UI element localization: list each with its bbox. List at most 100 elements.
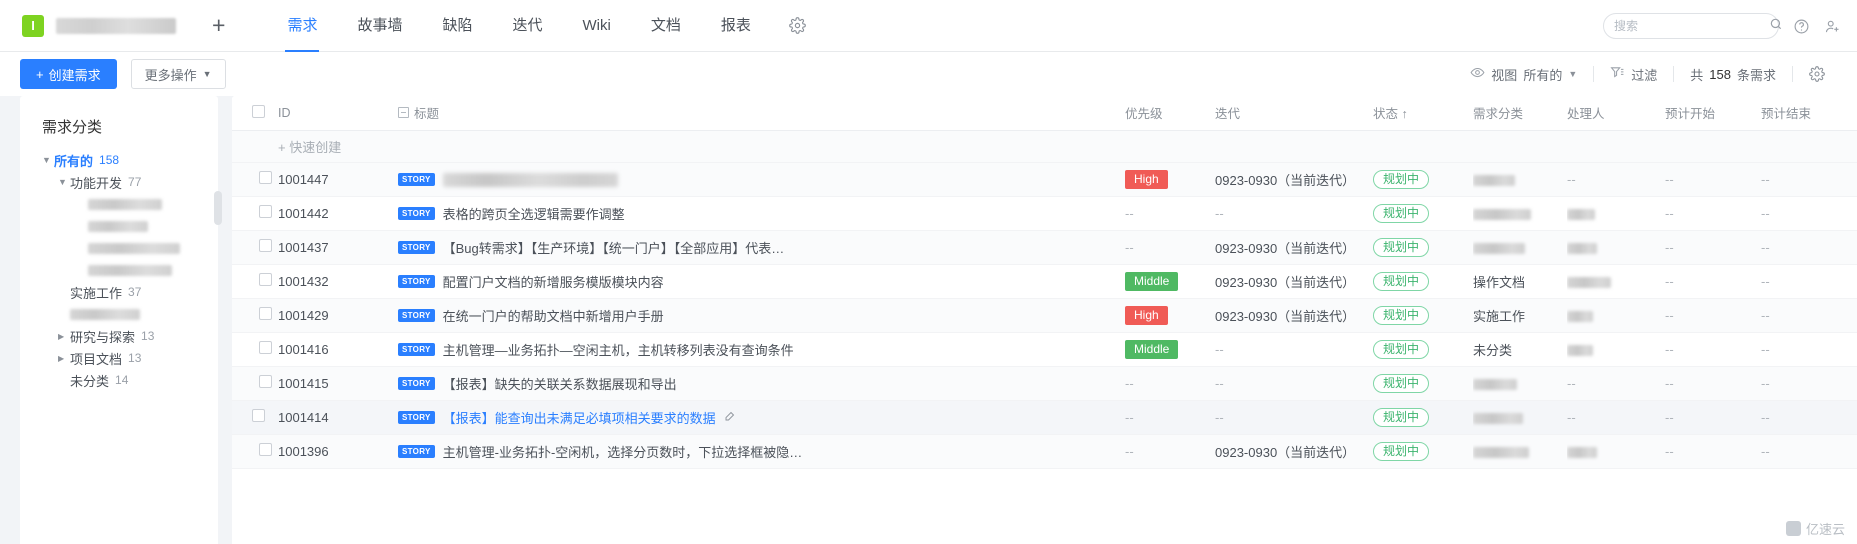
row-title-cell[interactable]: STORY 配置门户文档的新增服务模版模块内容: [398, 264, 1125, 299]
sidebar-tree-item[interactable]: [20, 237, 218, 259]
row-checkbox[interactable]: [258, 239, 272, 252]
col-title[interactable]: 标题: [398, 96, 1125, 131]
nav-item-wiki[interactable]: Wiki: [563, 0, 631, 52]
sidebar-tree-item[interactable]: 实施工作 37: [20, 281, 218, 303]
nav-item-reports[interactable]: 报表: [701, 0, 771, 52]
col-end[interactable]: 预计结束: [1761, 96, 1857, 131]
row-end: --: [1761, 239, 1770, 255]
table-row[interactable]: 1001429 STORY 在统一门户的帮助文档中新增用户手册 High 0923-09…: [232, 298, 1857, 333]
row-priority: --: [1125, 205, 1134, 221]
row-start-cell: --: [1665, 400, 1761, 435]
gear-icon[interactable]: [789, 17, 806, 34]
row-checkbox[interactable]: [258, 171, 272, 184]
row-title-cell[interactable]: STORY 【Bug转需求】【生产环境】【统一门户】【全部应用】代表…: [398, 230, 1125, 265]
row-start-cell: --: [1665, 264, 1761, 299]
row-title-cell[interactable]: STORY: [398, 162, 1125, 197]
nav-item-docs[interactable]: 文档: [631, 0, 701, 52]
col-category[interactable]: 需求分类: [1473, 96, 1567, 131]
nav-item-requirements[interactable]: 需求: [267, 0, 337, 52]
sidebar-tree-item[interactable]: [20, 259, 218, 281]
row-title-cell[interactable]: STORY 表格的跨页全选逻辑需要作调整: [398, 196, 1125, 231]
row-title-cell[interactable]: STORY 【报表】能查询出未满足必填项相关要求的数据: [398, 400, 1125, 435]
table-row[interactable]: 1001415 STORY 【报表】缺失的关联关系数据展现和导出 -- -- 规划中 -- -…: [232, 366, 1857, 401]
row-checkbox[interactable]: [258, 375, 272, 388]
story-type-tag: STORY: [398, 240, 435, 254]
table-row[interactable]: 1001447 STORY High 0923-0930（当前迭代） 规划中 -- -- --: [232, 162, 1857, 197]
row-title[interactable]: 【报表】能查询出未满足必填项相关要求的数据: [443, 411, 716, 426]
view-selector[interactable]: 视图 所有的 ▼: [1454, 65, 1593, 84]
row-checkbox[interactable]: [258, 205, 272, 218]
row-title-cell[interactable]: STORY 在统一门户的帮助文档中新增用户手册: [398, 298, 1125, 333]
sidebar-tree-item[interactable]: 功能开发 77: [20, 171, 218, 193]
caret-down-icon[interactable]: [58, 177, 70, 187]
row-title-cell[interactable]: STORY 【报表】缺失的关联关系数据展现和导出: [398, 366, 1125, 401]
collapse-icon[interactable]: [398, 107, 409, 119]
add-project-button[interactable]: +: [212, 14, 225, 37]
sidebar-resize-handle[interactable]: [214, 191, 222, 225]
col-id[interactable]: ID: [278, 96, 398, 131]
table-row[interactable]: 1001416 STORY 主机管理—业务拓扑—空闲主机，主机转移列表没有查询条件 M…: [232, 332, 1857, 367]
search-box[interactable]: [1603, 13, 1782, 39]
row-title[interactable]: 主机管理-业务拓扑-空闲机，选择分页数时，下拉选择框被隐…: [443, 445, 803, 460]
sidebar-tree-item[interactable]: 研究与探索 13: [20, 325, 218, 347]
row-title[interactable]: 表格的跨页全选逻辑需要作调整: [443, 207, 625, 222]
row-title-cell[interactable]: STORY 主机管理-业务拓扑-空闲机，选择分页数时，下拉选择框被隐…: [398, 434, 1125, 469]
table-row[interactable]: 1001396 STORY 主机管理-业务拓扑-空闲机，选择分页数时，下拉选择框被隐…: [232, 434, 1857, 469]
select-all-checkbox[interactable]: [252, 104, 265, 118]
row-title[interactable]: 在统一门户的帮助文档中新增用户手册: [443, 309, 664, 324]
brand[interactable]: I: [0, 14, 176, 37]
col-iteration[interactable]: 迭代: [1215, 96, 1373, 131]
sidebar-tree-item[interactable]: [20, 303, 218, 325]
watermark: 亿速云: [1785, 519, 1845, 538]
row-select-cell: [232, 162, 278, 197]
row-checkbox[interactable]: [258, 443, 272, 456]
help-circle-icon[interactable]: [1793, 18, 1810, 35]
caret-right-icon[interactable]: [58, 331, 70, 341]
sidebar-tree-item[interactable]: 未分类 14: [20, 369, 218, 391]
table-row[interactable]: ⋮1001414STORY【报表】能查询出未满足必填项相关要求的数据----规划…: [232, 400, 1857, 435]
sidebar-tree-item[interactable]: 所有的 158: [20, 149, 218, 171]
table-row[interactable]: 1001437 STORY 【Bug转需求】【生产环境】【统一门户】【全部应用】代表…: [232, 230, 1857, 265]
col-start[interactable]: 预计开始: [1665, 96, 1761, 131]
nav-item-story-wall[interactable]: 故事墙: [337, 0, 422, 52]
row-title[interactable]: 配置门户文档的新增服务模版模块内容: [443, 275, 664, 290]
row-title[interactable]: 【Bug转需求】【生产环境】【统一门户】【全部应用】代表…: [443, 241, 785, 256]
row-title-cell[interactable]: STORY 主机管理—业务拓扑—空闲主机，主机转移列表没有查询条件: [398, 332, 1125, 367]
more-actions-button[interactable]: 更多操作 ▼: [130, 59, 226, 89]
search-icon[interactable]: [1769, 17, 1783, 36]
edit-icon[interactable]: [724, 411, 736, 425]
quick-create-row[interactable]: + 快速创建: [232, 130, 1857, 163]
row-title[interactable]: 主机管理—业务拓扑—空闲主机，主机转移列表没有查询条件: [443, 343, 794, 358]
row-title[interactable]: 【报表】缺失的关联关系数据展现和导出: [443, 377, 677, 392]
row-checkbox[interactable]: [252, 408, 265, 422]
row-owner-redacted: [1567, 276, 1611, 288]
col-owner[interactable]: 处理人: [1567, 96, 1665, 131]
sidebar-tree-item[interactable]: [20, 193, 218, 215]
row-select-cell: [232, 298, 278, 333]
add-user-icon[interactable]: [1824, 18, 1841, 35]
row-owner-redacted: [1567, 310, 1593, 322]
table-header-row: ID 标题 优先级 迭代 状态 ↑ 需求分类 处理人 预计开始 预计结束: [232, 96, 1857, 131]
row-checkbox[interactable]: [258, 341, 272, 354]
caret-right-icon[interactable]: [58, 353, 70, 363]
sidebar-tree-item[interactable]: 项目文档 13: [20, 347, 218, 369]
table-row[interactable]: 1001432 STORY 配置门户文档的新增服务模版模块内容 Middle 0923-…: [232, 264, 1857, 299]
row-checkbox[interactable]: [258, 273, 272, 286]
row-end: --: [1761, 205, 1770, 221]
filter-button[interactable]: 过滤: [1594, 65, 1673, 84]
row-end-cell: --: [1761, 366, 1857, 401]
create-requirement-button[interactable]: + 创建需求: [20, 59, 117, 89]
table-row[interactable]: 1001442 STORY 表格的跨页全选逻辑需要作调整 -- -- 规划中 -- --: [232, 196, 1857, 231]
nav-item-defects[interactable]: 缺陷: [422, 0, 492, 52]
search-input[interactable]: [1614, 19, 1769, 33]
col-priority[interactable]: 优先级: [1125, 96, 1215, 131]
sidebar-tree-item[interactable]: [20, 215, 218, 237]
row-iteration: --: [1215, 196, 1373, 231]
table-settings-button[interactable]: [1793, 66, 1841, 82]
nav-item-iterations[interactable]: 迭代: [492, 0, 562, 52]
quick-create-cell[interactable]: + 快速创建: [278, 130, 1857, 163]
col-status[interactable]: 状态 ↑: [1373, 96, 1473, 131]
caret-down-icon[interactable]: [42, 155, 54, 165]
row-category-cell: [1473, 162, 1567, 197]
row-checkbox[interactable]: [258, 307, 272, 320]
